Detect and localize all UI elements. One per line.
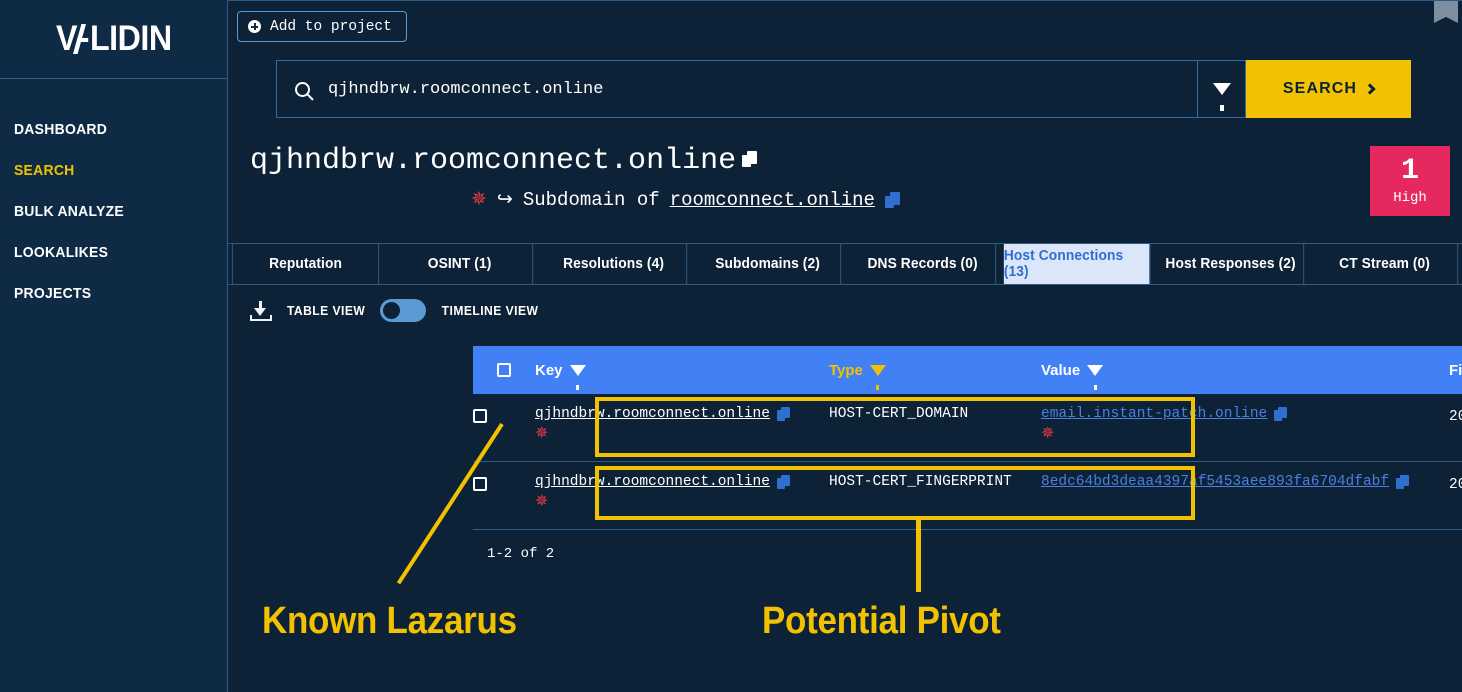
bookmark-icon[interactable] [1434, 1, 1458, 23]
column-key-label: Key [535, 361, 563, 379]
domain-name: qjhndbrw.roomconnect.online [250, 144, 737, 178]
column-type-label: Type [829, 361, 863, 379]
row-value-link[interactable]: 8edc64bd3deaa4397af5453aee893fa6704dfabf [1041, 474, 1389, 490]
row-key-cell: qjhndbrw.roomconnect.online ✵ [535, 406, 829, 442]
tab-host-connections[interactable]: Host Connections (13) [1003, 244, 1150, 284]
copy-domain-icon[interactable] [742, 151, 758, 168]
table-view-label: TABLE VIEW [286, 303, 366, 318]
column-key[interactable]: Key [535, 361, 829, 390]
brand-logo[interactable]: V LIDIN [0, 0, 227, 79]
download-icon[interactable] [250, 300, 272, 322]
risk-count: 1 [1400, 154, 1419, 188]
copy-key-icon[interactable] [776, 474, 791, 490]
logo-text-lidin: LIDIN [89, 19, 172, 58]
risk-label: High [1393, 190, 1427, 206]
column-value-label: Value [1041, 361, 1081, 379]
main-content: Add to project SEARCH qjhndbrw.roomconne… [228, 0, 1462, 692]
status-badge: 1 High [1370, 146, 1450, 216]
key-filter-icon[interactable] [569, 364, 586, 390]
tab-reputation[interactable]: Reputation [231, 244, 380, 284]
select-all-cell [473, 363, 535, 377]
view-toolbar: TABLE VIEW TIMELINE VIEW [250, 299, 542, 322]
timeline-view-label: TIMELINE VIEW [441, 303, 539, 318]
page-title: qjhndbrw.roomconnect.online [250, 144, 758, 178]
key-malicious-icon: ✵ [535, 493, 549, 510]
tab-resolutions[interactable]: Resolutions (4) [541, 244, 688, 284]
row-first-seen-cell: 2024-06-27 [1449, 474, 1462, 493]
search-input[interactable] [328, 79, 1197, 99]
arrow-hook-icon: ↪ [496, 188, 513, 211]
sidebar-item-search[interactable]: SEARCH [0, 150, 211, 191]
value-malicious-icon: ✵ [1041, 425, 1055, 442]
search-filter-button[interactable] [1198, 60, 1246, 118]
row-first-seen-value: 2024-06-27 [1449, 409, 1462, 425]
column-value[interactable]: Value [1041, 361, 1449, 390]
row-select-cell [473, 474, 535, 491]
value-filter-icon[interactable] [1087, 364, 1104, 390]
malicious-asterisk-icon: ✵ [471, 188, 487, 211]
row-value-cell: email.instant-patch.online ✵ [1041, 406, 1449, 442]
tab-subdomains[interactable]: Subdomains (2) [695, 244, 842, 284]
tab-bar: Reputation OSINT (1) Resolutions (4) Sub… [228, 243, 1462, 285]
search-button-label: SEARCH [1282, 80, 1358, 97]
annotation-label-known-lazarus: Known Lazarus [262, 600, 517, 642]
row-type-value: HOST-CERT_DOMAIN [829, 406, 969, 422]
key-malicious-icon: ✵ [535, 425, 549, 442]
view-mode-toggle[interactable] [380, 299, 427, 322]
chevron-right-icon [1364, 82, 1376, 95]
table-row[interactable]: qjhndbrw.roomconnect.online ✵ HOST-CERT_… [473, 462, 1462, 530]
column-first-seen[interactable]: First Seen [1449, 362, 1462, 379]
row-checkbox[interactable] [473, 409, 487, 423]
sidebar-item-bulk-analyze[interactable]: BULK ANALYZE [0, 191, 211, 232]
row-value-cell: 8edc64bd3deaa4397af5453aee893fa6704dfabf [1041, 474, 1449, 490]
search-box[interactable] [276, 60, 1198, 118]
annotation-label-potential-pivot: Potential Pivot [762, 600, 1001, 642]
tab-host-responses[interactable]: Host Responses (2) [1158, 244, 1305, 284]
logo-a-glyph [75, 24, 91, 54]
sidebar-item-dashboard[interactable]: DASHBOARD [0, 109, 211, 150]
row-key-link[interactable]: qjhndbrw.roomconnect.online [535, 474, 770, 490]
copy-value-icon[interactable] [1396, 474, 1410, 490]
pagination-label: 1-2 of 2 [487, 546, 555, 562]
row-type-cell: HOST-CERT_DOMAIN [829, 406, 1041, 422]
relation-prefix: Subdomain of [522, 189, 660, 211]
app-window: V LIDIN DASHBOARD SEARCH BULK ANALYZE LOO… [0, 0, 1462, 692]
copy-key-icon[interactable] [776, 406, 791, 422]
column-first-seen-label: First Seen [1449, 361, 1462, 379]
sidebar: V LIDIN DASHBOARD SEARCH BULK ANALYZE LOO… [0, 0, 228, 692]
copy-parent-domain-icon[interactable] [884, 191, 901, 209]
funnel-icon [1212, 83, 1231, 111]
add-to-project-label: Add to project [270, 18, 392, 35]
plus-icon [248, 20, 261, 33]
search-row: SEARCH [276, 60, 1411, 118]
type-filter-icon[interactable] [869, 364, 886, 390]
row-first-seen-cell: 2024-06-27 [1449, 406, 1462, 425]
row-key-link[interactable]: qjhndbrw.roomconnect.online [535, 406, 770, 422]
tab-dns-records[interactable]: DNS Records (0) [849, 244, 996, 284]
row-checkbox[interactable] [473, 477, 487, 491]
sidebar-nav: DASHBOARD SEARCH BULK ANALYZE LOOKALIKES… [0, 79, 227, 314]
column-type[interactable]: Type [829, 361, 1041, 390]
sidebar-item-lookalikes[interactable]: LOOKALIKES [0, 232, 211, 273]
row-value-link[interactable]: email.instant-patch.online [1041, 406, 1267, 422]
subdomain-relation: ✵ ↪ Subdomain of roomconnect.online [471, 189, 901, 211]
row-type-value: HOST-CERT_FINGERPRINT [829, 474, 1012, 490]
add-to-project-button[interactable]: Add to project [237, 11, 407, 42]
table-header-row: Key Type Value First Seen Last Seen [473, 346, 1462, 394]
search-button[interactable]: SEARCH [1246, 60, 1411, 118]
search-icon [295, 81, 310, 97]
row-key-cell: qjhndbrw.roomconnect.online ✵ [535, 474, 829, 510]
copy-value-icon[interactable] [1274, 406, 1288, 422]
row-type-cell: HOST-CERT_FINGERPRINT [829, 474, 1041, 490]
sidebar-item-projects[interactable]: PROJECTS [0, 273, 211, 314]
select-all-checkbox[interactable] [497, 363, 511, 377]
table-row[interactable]: qjhndbrw.roomconnect.online ✵ HOST-CERT_… [473, 394, 1462, 462]
tab-ct-stream[interactable]: CT Stream (0) [1312, 244, 1459, 284]
tab-osint[interactable]: OSINT (1) [387, 244, 534, 284]
row-first-seen-value: 2024-06-27 [1449, 477, 1462, 493]
parent-domain-link[interactable]: roomconnect.online [670, 189, 875, 211]
host-connections-table: Key Type Value First Seen Last Seen [473, 346, 1462, 530]
row-select-cell [473, 406, 535, 423]
